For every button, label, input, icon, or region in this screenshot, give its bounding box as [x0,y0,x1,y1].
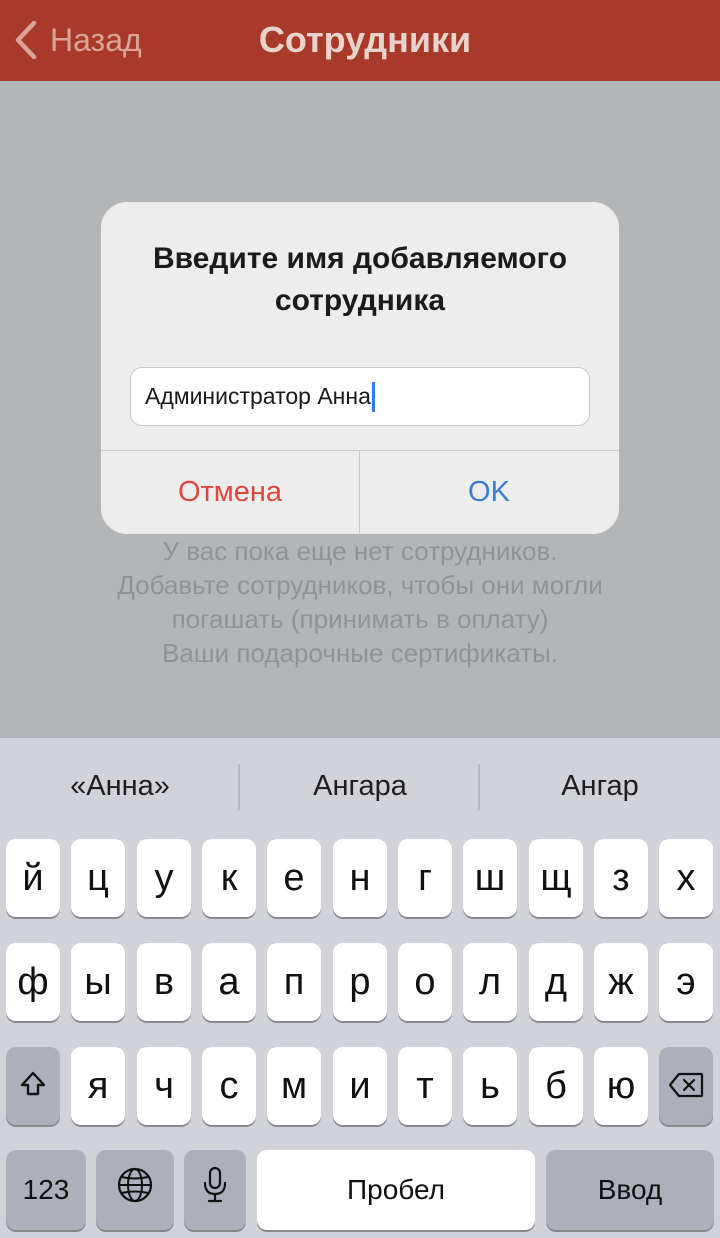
suggestion-bar: «Анна» Ангара Ангар [0,738,720,834]
text-caret [371,381,375,412]
employee-name-input[interactable]: Администратор Анна [130,367,590,426]
key[interactable]: к [202,839,256,917]
key[interactable]: э [659,943,713,1021]
globe-key[interactable] [96,1150,174,1230]
key[interactable]: я [71,1047,125,1125]
key[interactable]: ь [463,1047,517,1125]
key[interactable]: г [398,839,452,917]
add-employee-dialog: Введите имя добавляемого сотрудника Адми… [101,202,619,534]
numbers-key[interactable]: 123 [6,1150,86,1230]
key[interactable]: б [529,1047,583,1125]
microphone-icon [202,1166,228,1214]
key[interactable]: т [398,1047,452,1125]
cancel-button[interactable]: Отмена [101,451,359,534]
key[interactable]: ч [137,1047,191,1125]
key[interactable]: м [267,1047,321,1125]
key[interactable]: и [333,1047,387,1125]
key[interactable]: ц [71,839,125,917]
key[interactable]: л [463,943,517,1021]
empty-state-line: У вас пока еще нет сотрудников. [162,536,558,566]
key[interactable]: ф [6,943,60,1021]
backspace-icon [668,1065,704,1108]
key[interactable]: а [202,943,256,1021]
empty-state-line: погашать (принимать в оплату) [171,604,549,634]
empty-state-line: Ваши подарочные сертификаты. [162,638,558,668]
ok-button[interactable]: OK [360,451,618,534]
key[interactable]: ю [594,1047,648,1125]
dialog-title-line: Введите имя добавляемого [152,242,568,275]
key[interactable]: е [267,839,321,917]
empty-state-text: У вас пока еще нет сотрудников. Добавьте… [40,534,680,670]
return-key[interactable]: Ввод [546,1150,714,1230]
key[interactable]: ж [594,943,648,1021]
page-title: Сотрудники [258,19,472,60]
key[interactable]: п [267,943,321,1021]
shift-icon [19,1065,47,1108]
empty-state-line: Добавьте сотрудников, чтобы они могли [117,570,603,600]
navigation-bar: Назад Сотрудники [0,0,720,81]
shift-key[interactable] [6,1047,60,1125]
key[interactable]: х [659,839,713,917]
key[interactable]: ы [71,943,125,1021]
globe-icon [116,1166,154,1214]
keyboard: «Анна» Ангара Ангар й ц у к е н г ш щ з … [0,738,720,1238]
key[interactable]: о [398,943,452,1021]
suggestion-item[interactable]: «Анна» [0,738,240,834]
backspace-key[interactable] [659,1047,713,1125]
key[interactable]: у [137,839,191,917]
suggestion-item[interactable]: Ангар [480,738,720,834]
key[interactable]: в [137,943,191,1021]
key[interactable]: с [202,1047,256,1125]
key[interactable]: р [333,943,387,1021]
dialog-title: Введите имя добавляемого сотрудника [121,238,599,322]
dialog-title-line: сотрудника [274,284,446,317]
microphone-key[interactable] [184,1150,246,1230]
suggestion-item[interactable]: Ангара [240,738,480,834]
key[interactable]: ш [463,839,517,917]
key[interactable]: щ [529,839,583,917]
key[interactable]: з [594,839,648,917]
key[interactable]: д [529,943,583,1021]
space-key[interactable]: Пробел [257,1150,535,1230]
employee-name-value: Администратор Анна [145,383,371,409]
key[interactable]: й [6,839,60,917]
key[interactable]: н [333,839,387,917]
